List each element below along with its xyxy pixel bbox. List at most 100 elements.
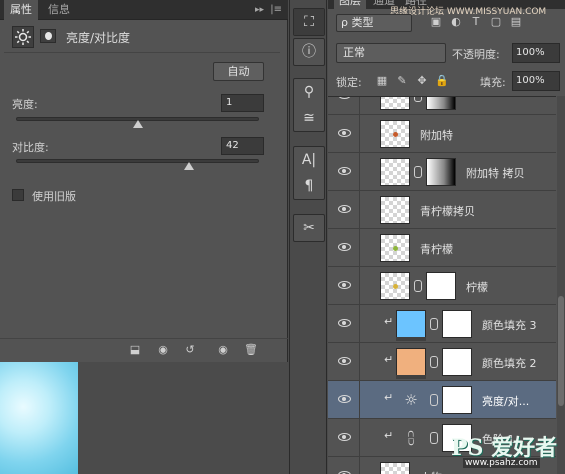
visibility-toggle[interactable] bbox=[328, 419, 360, 456]
layer-row[interactable] bbox=[328, 97, 556, 115]
tab-layers[interactable]: 图层 bbox=[334, 0, 366, 9]
paragraph-icon[interactable]: ¶ bbox=[294, 173, 324, 199]
filter-type-select[interactable]: ρ 类型 bbox=[336, 14, 412, 32]
lock-transparent-pixels-icon[interactable]: ▦ bbox=[374, 73, 390, 89]
eye-icon[interactable] bbox=[338, 97, 351, 99]
tool-presets-icon[interactable]: ✂ bbox=[294, 215, 324, 241]
layer-thumbnail[interactable] bbox=[380, 120, 410, 148]
layer-thumbnail[interactable] bbox=[380, 97, 410, 110]
layer-thumbnail[interactable] bbox=[380, 196, 410, 224]
layer-mask-icon[interactable] bbox=[40, 29, 56, 43]
visibility-toggle[interactable] bbox=[328, 343, 360, 380]
layer-mask-thumbnail[interactable] bbox=[426, 158, 456, 186]
layer-thumbnail[interactable] bbox=[380, 234, 410, 262]
brush-presets-icon[interactable]: ≅ bbox=[294, 105, 324, 131]
reset-icon[interactable]: ↺ bbox=[181, 342, 199, 358]
layer-name[interactable]: 亮度/对... bbox=[482, 393, 529, 409]
layer-name[interactable]: 柠檬 bbox=[466, 279, 488, 295]
eye-icon[interactable] bbox=[338, 281, 351, 289]
mask-link-icon[interactable] bbox=[414, 97, 422, 102]
layer-row[interactable]: 青柠檬 bbox=[328, 229, 556, 267]
layer-name[interactable]: 附加特 拷贝 bbox=[466, 165, 525, 181]
brightness-slider-thumb[interactable] bbox=[132, 120, 143, 128]
visibility-icon[interactable]: ◉ bbox=[214, 342, 232, 358]
levels-adjustment-icon[interactable]: ⩉ bbox=[396, 424, 426, 452]
opacity-input[interactable]: 100% bbox=[512, 43, 560, 63]
layer-name[interactable]: 青柠檬拷贝 bbox=[420, 203, 475, 219]
layer-row[interactable]: ↵ 颜色填充 3 bbox=[328, 305, 556, 343]
layer-name[interactable]: 颜色填充 2 bbox=[482, 355, 537, 371]
layer-mask-thumbnail[interactable] bbox=[426, 97, 456, 110]
auto-button[interactable]: 自动 bbox=[213, 62, 264, 81]
visibility-toggle[interactable] bbox=[328, 229, 360, 266]
brushes-icon[interactable]: ⚲ bbox=[294, 79, 324, 105]
layer-row[interactable]: 附加特 bbox=[328, 115, 556, 153]
adjustment-filter-icon[interactable]: ◐ bbox=[448, 14, 464, 30]
layer-mask-thumbnail[interactable] bbox=[442, 310, 472, 338]
layers-scrollbar[interactable] bbox=[557, 96, 565, 474]
visibility-toggle[interactable] bbox=[328, 115, 360, 152]
eye-icon[interactable] bbox=[338, 205, 351, 213]
shape-filter-icon[interactable]: ▢ bbox=[488, 14, 504, 30]
brightness-adjustment-icon[interactable]: ☼ bbox=[396, 386, 426, 414]
lock-all-icon[interactable]: 🔒 bbox=[434, 73, 450, 89]
eye-icon[interactable] bbox=[338, 167, 351, 175]
layer-row[interactable]: 柠檬 bbox=[328, 267, 556, 305]
info-icon[interactable]: ⓘ bbox=[294, 39, 324, 65]
mask-link-icon[interactable] bbox=[430, 318, 438, 330]
tab-info[interactable]: 信息 bbox=[42, 0, 76, 20]
eye-icon[interactable] bbox=[338, 357, 351, 365]
layer-thumbnail[interactable] bbox=[380, 272, 410, 300]
layer-thumbnail[interactable] bbox=[396, 310, 426, 338]
visibility-toggle[interactable] bbox=[328, 97, 360, 114]
layer-name[interactable]: 颜色填充 3 bbox=[482, 317, 537, 333]
layer-row[interactable]: ↵ ☼ 亮度/对... bbox=[328, 381, 556, 419]
mask-link-icon[interactable] bbox=[414, 280, 422, 292]
contrast-slider-thumb[interactable] bbox=[183, 162, 194, 170]
layer-thumbnail[interactable] bbox=[380, 158, 410, 186]
trash-icon[interactable]: 🗑 bbox=[242, 342, 260, 358]
tab-properties[interactable]: 属性 bbox=[4, 0, 38, 20]
layer-thumbnail[interactable] bbox=[380, 462, 410, 474]
visibility-toggle[interactable] bbox=[328, 457, 360, 474]
smart-object-filter-icon[interactable]: ▤ bbox=[508, 14, 524, 30]
eye-icon[interactable] bbox=[338, 395, 351, 403]
layer-mask-thumbnail[interactable] bbox=[442, 348, 472, 376]
eye-icon[interactable] bbox=[338, 319, 351, 327]
character-icon[interactable]: A| bbox=[294, 147, 324, 173]
layer-name[interactable]: 人物... bbox=[420, 469, 453, 474]
layer-name[interactable]: 附加特 bbox=[420, 127, 453, 143]
clip-to-layer-icon[interactable]: ⬓ bbox=[126, 342, 144, 358]
mask-link-icon[interactable] bbox=[430, 432, 438, 444]
contrast-slider-track[interactable] bbox=[16, 159, 259, 163]
layer-name[interactable]: 青柠檬 bbox=[420, 241, 453, 257]
layer-mask-thumbnail[interactable] bbox=[442, 386, 472, 414]
mask-link-icon[interactable] bbox=[414, 166, 422, 178]
eye-icon[interactable] bbox=[338, 129, 351, 137]
layer-mask-thumbnail[interactable] bbox=[426, 272, 456, 300]
lock-image-pixels-icon[interactable]: ✎ bbox=[394, 73, 410, 89]
layer-row[interactable]: 附加特 拷贝 bbox=[328, 153, 556, 191]
type-filter-icon[interactable]: T bbox=[468, 14, 484, 30]
brightness-input[interactable]: 1 bbox=[221, 94, 264, 112]
visibility-toggle[interactable] bbox=[328, 267, 360, 304]
visibility-toggle[interactable] bbox=[328, 153, 360, 190]
fill-input[interactable]: 100% bbox=[512, 71, 560, 91]
panel-menu-icon[interactable]: |≡ bbox=[270, 0, 282, 20]
view-previous-state-icon[interactable]: ◉ bbox=[154, 342, 172, 358]
adjustments-icon[interactable]: ⛶ bbox=[294, 9, 324, 35]
layer-row[interactable]: 青柠檬拷贝 bbox=[328, 191, 556, 229]
lock-position-icon[interactable]: ✥ bbox=[414, 73, 430, 89]
visibility-toggle[interactable] bbox=[328, 305, 360, 342]
layer-row[interactable]: ↵ 颜色填充 2 bbox=[328, 343, 556, 381]
blend-mode-select[interactable]: 正常 bbox=[336, 43, 446, 63]
collapse-panel-icon[interactable]: ▸▸ bbox=[255, 0, 264, 20]
mask-link-icon[interactable] bbox=[430, 394, 438, 406]
layers-scrollbar-thumb[interactable] bbox=[558, 296, 564, 406]
eye-icon[interactable] bbox=[338, 243, 351, 251]
image-filter-icon[interactable]: ▣ bbox=[428, 14, 444, 30]
visibility-toggle[interactable] bbox=[328, 381, 360, 418]
eye-icon[interactable] bbox=[338, 433, 351, 441]
layer-thumbnail[interactable] bbox=[396, 348, 426, 376]
brightness-sun-icon[interactable] bbox=[12, 26, 34, 48]
